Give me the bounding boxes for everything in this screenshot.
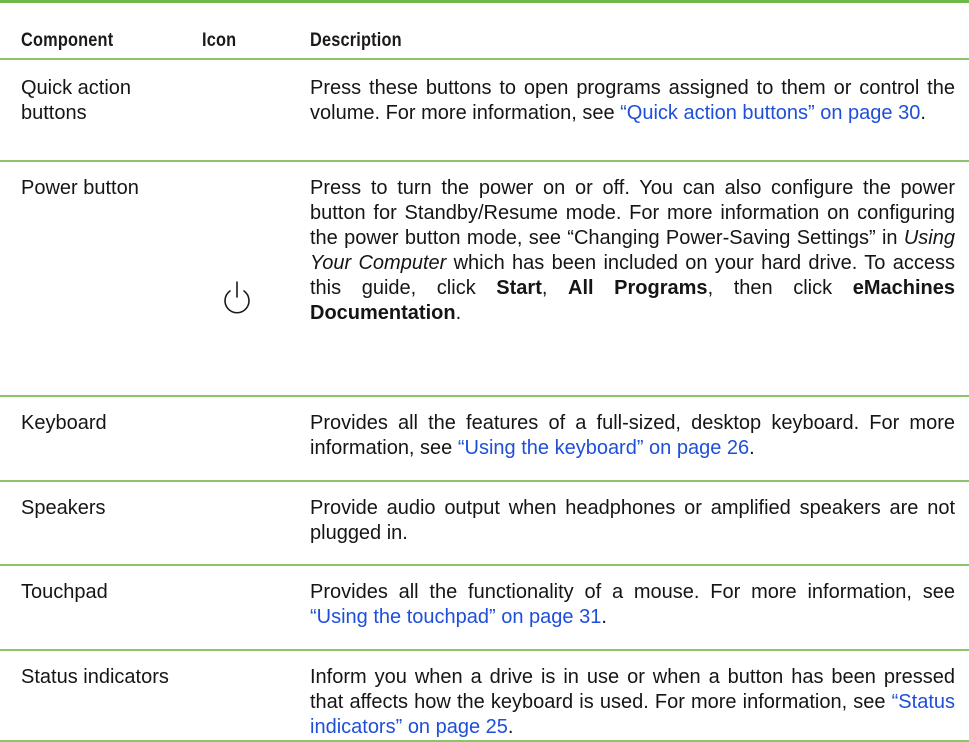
description-end: . bbox=[920, 102, 926, 124]
table-row: Keyboard Provides all the features of a … bbox=[0, 395, 969, 482]
separator: , then click bbox=[707, 277, 853, 299]
component-description: Press these buttons to open programs ass… bbox=[310, 76, 955, 126]
table-row: Status indicators Inform you when a driv… bbox=[0, 649, 969, 742]
description-end: . bbox=[507, 716, 514, 738]
cross-reference-link[interactable]: “Quick action buttons” on page 30 bbox=[620, 102, 920, 124]
cross-reference-link[interactable]: “Using the keyboard” on page 26 bbox=[458, 437, 749, 459]
component-name: Keyboard bbox=[21, 412, 107, 434]
header-component: Component bbox=[21, 30, 114, 51]
bold-all-programs: All Programs bbox=[568, 277, 708, 299]
component-name: Touchpad bbox=[21, 581, 108, 603]
table-row: Power button Press to turn the power on … bbox=[0, 160, 969, 397]
component-description: Provides all the functionality of a mous… bbox=[310, 580, 955, 630]
component-name: Quick action buttons bbox=[21, 77, 132, 124]
description-end: . bbox=[601, 606, 607, 628]
description-text: Press to turn the power on or off. You c… bbox=[310, 177, 955, 249]
description-text: Inform you when a drive is in use or whe… bbox=[310, 666, 955, 713]
component-name: Status indicators bbox=[21, 666, 169, 688]
component-name: Speakers bbox=[21, 497, 106, 519]
table-row: Touchpad Provides all the functionality … bbox=[0, 564, 969, 651]
component-description: Provides all the features of a full-size… bbox=[310, 411, 955, 461]
table-row: Quick action buttons Press these buttons… bbox=[0, 58, 969, 160]
header-description: Description bbox=[310, 30, 402, 51]
description-text: Provides all the functionality of a mous… bbox=[310, 581, 955, 603]
header-icon: Icon bbox=[202, 30, 237, 51]
bold-start: Start bbox=[496, 277, 542, 299]
component-table: Component Icon Description Quick action … bbox=[0, 0, 969, 742]
separator: , bbox=[541, 277, 569, 299]
power-icon bbox=[224, 281, 250, 314]
component-description: Inform you when a drive is in use or whe… bbox=[310, 665, 955, 740]
description-end: . bbox=[749, 437, 755, 459]
component-description: Provide audio output when headphones or … bbox=[310, 496, 955, 546]
table-header-row: Component Icon Description bbox=[0, 0, 969, 58]
component-name: Power button bbox=[21, 177, 139, 199]
table-row: Speakers Provide audio output when headp… bbox=[0, 480, 969, 566]
description-text: Provide audio output when headphones or … bbox=[310, 497, 955, 544]
description-end: . bbox=[455, 302, 462, 324]
cross-reference-link[interactable]: “Using the touchpad” on page 31 bbox=[310, 606, 601, 628]
component-description: Press to turn the power on or off. You c… bbox=[310, 176, 955, 326]
